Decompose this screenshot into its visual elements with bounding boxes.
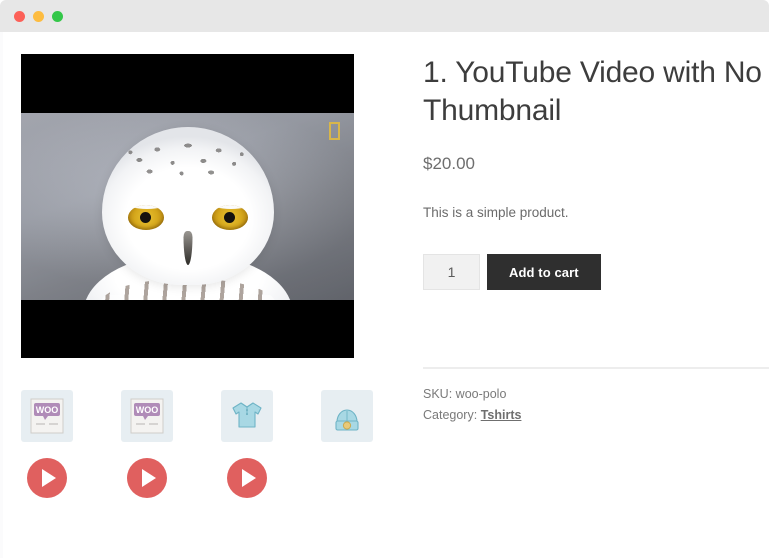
woo-logo-card-icon: WOO — [130, 398, 164, 434]
product-detail-page: WOO WOO 1. YouTube Video with No Thumbna… — [3, 32, 769, 558]
owl-head — [101, 127, 274, 285]
sku-label: SKU: — [423, 387, 453, 401]
svg-text:WOO: WOO — [136, 405, 159, 415]
play-icon — [227, 458, 267, 498]
add-to-cart-form: Add to cart — [423, 254, 766, 291]
product-summary: 1. YouTube Video with No Thumbnail $20.0… — [423, 54, 769, 291]
video-play-button-list — [21, 452, 273, 504]
beanie-icon — [335, 409, 359, 431]
close-window-button[interactable] — [14, 11, 25, 22]
owl-crown-speckles — [123, 135, 252, 183]
owl-beak — [183, 231, 192, 265]
category-link[interactable]: Tshirts — [481, 408, 522, 422]
maximize-window-button[interactable] — [52, 11, 63, 22]
play-button-2[interactable] — [121, 452, 173, 504]
quantity-input[interactable] — [423, 254, 480, 291]
owl-left-eyelid — [127, 205, 164, 209]
window-titlebar — [0, 0, 769, 32]
owl-right-pupil — [224, 212, 235, 223]
product-gallery: WOO WOO — [21, 54, 383, 498]
product-title: 1. YouTube Video with No Thumbnail — [423, 56, 762, 127]
thumbnail-woo-logo-2[interactable]: WOO — [121, 390, 173, 442]
national-geographic-logo-icon — [329, 122, 340, 140]
snowy-owl-illustration — [82, 127, 293, 300]
play-button-1[interactable] — [21, 452, 73, 504]
category-label: Category: — [423, 407, 478, 422]
owl-right-eyelid — [211, 205, 248, 209]
sku-value: woo-polo — [455, 387, 507, 401]
play-icon — [27, 458, 67, 498]
thumbnail-polo-shirt[interactable] — [221, 390, 273, 442]
video-still-image — [21, 113, 354, 300]
woo-logo-card-icon: WOO — [30, 398, 64, 434]
gallery-thumbnail-list: WOO WOO — [21, 390, 373, 442]
traffic-light-controls — [14, 11, 63, 22]
product-short-description: This is a simple product. — [423, 204, 569, 220]
thumbnail-beanie[interactable] — [321, 390, 373, 442]
product-video-player[interactable] — [21, 54, 354, 358]
svg-text:WOO: WOO — [36, 405, 59, 415]
product-price: $20.00 — [423, 153, 475, 173]
owl-right-eye — [211, 205, 248, 230]
thumbnail-woo-logo-1[interactable]: WOO — [21, 390, 73, 442]
browser-window: WOO WOO 1. YouTube Video with No Thumbna… — [0, 0, 769, 558]
polo-shirt-icon — [232, 402, 262, 428]
product-category-line: Category: Tshirts — [423, 406, 769, 425]
owl-left-eye — [127, 205, 164, 230]
product-meta: SKU: woo-polo Category: Tshirts — [423, 368, 769, 425]
play-button-3[interactable] — [221, 452, 273, 504]
product-sku-line: SKU: woo-polo — [423, 385, 769, 404]
owl-left-pupil — [140, 212, 151, 223]
page-viewport: WOO WOO 1. YouTube Video with No Thumbna… — [0, 32, 769, 558]
add-to-cart-button[interactable]: Add to cart — [487, 254, 601, 291]
play-icon — [127, 458, 167, 498]
minimize-window-button[interactable] — [33, 11, 44, 22]
